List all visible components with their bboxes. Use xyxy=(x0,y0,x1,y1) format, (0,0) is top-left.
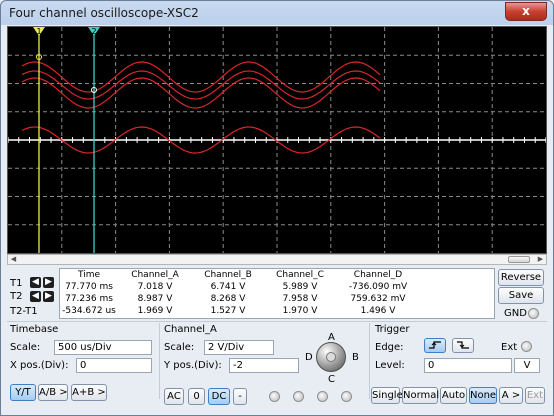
falling-edge-icon[interactable] xyxy=(452,338,474,353)
ab-mode-button[interactable]: A/B > xyxy=(38,384,68,401)
table-cell: 1.527 V xyxy=(210,306,246,316)
t2-right-arrow-icon[interactable]: ▶ xyxy=(43,291,54,302)
table-cell: 7.958 V xyxy=(282,294,318,304)
channel-scale-field[interactable]: 2 V/Div xyxy=(204,340,274,355)
col-header: Channel_D xyxy=(353,270,403,280)
divider xyxy=(369,323,370,399)
single-trigger-button[interactable]: Single xyxy=(371,387,403,404)
cursor-2-label: 2 xyxy=(91,27,96,36)
t1-label: T1 xyxy=(10,278,23,289)
oscilloscope-window: Four channel oscilloscope-XSC2 x 12 ◀ ▶ … xyxy=(0,0,554,416)
col-header: Time xyxy=(77,270,101,280)
table-cell: 1.970 V xyxy=(282,306,318,316)
t2-label: T2 xyxy=(10,291,23,302)
level-field[interactable]: 0 xyxy=(424,358,512,373)
selector-label-c: C xyxy=(328,374,335,385)
xpos-field[interactable]: 0 xyxy=(76,358,152,373)
title-bar[interactable]: Four channel oscilloscope-XSC2 x xyxy=(1,1,553,25)
zero-coupling-button[interactable]: 0 xyxy=(188,388,205,405)
t2-left-arrow-icon[interactable]: ◀ xyxy=(30,291,41,302)
timebase-scale-label: Scale: xyxy=(10,342,41,353)
divider xyxy=(7,321,547,322)
ext-source-button[interactable]: Ext xyxy=(525,387,545,404)
horizontal-scrollbar[interactable]: ◀ ▶ xyxy=(7,254,547,265)
table-cell: 759.632 mV xyxy=(350,294,406,304)
level-unit-field[interactable]: V xyxy=(514,358,540,373)
t1-right-arrow-icon[interactable]: ▶ xyxy=(43,277,54,288)
channel-b-radio[interactable] xyxy=(293,391,304,402)
table-cell: 6.741 V xyxy=(210,282,246,292)
rising-edge-icon[interactable] xyxy=(424,338,446,353)
dc-coupling-button[interactable]: DC xyxy=(208,388,230,405)
table-cell: -736.090 mV xyxy=(348,282,408,292)
channel-scale-label: Scale: xyxy=(164,342,195,353)
table-cell: 7.018 V xyxy=(137,282,173,292)
timebase-title: Timebase xyxy=(10,324,59,335)
ypos-label: Y pos.(Div): xyxy=(164,360,222,371)
channel-c-radio[interactable] xyxy=(317,391,328,402)
ac-coupling-button[interactable]: AC xyxy=(164,388,184,405)
table-cell: 1.969 V xyxy=(137,306,173,316)
table-cell: 77.236 ms xyxy=(65,294,113,304)
table-row: -534.672 us 1.969 V 1.527 V 1.970 V 1.49… xyxy=(60,305,420,317)
channel-title: Channel_A xyxy=(164,324,217,335)
auto-trigger-button[interactable]: Auto xyxy=(440,387,467,404)
reverse-button[interactable]: Reverse xyxy=(498,269,544,286)
table-cell: 5.989 V xyxy=(282,282,318,292)
divider xyxy=(159,323,160,399)
yt-mode-button[interactable]: Y/T xyxy=(10,384,36,401)
ext-label: Ext xyxy=(501,342,518,353)
timebase-scale-field[interactable]: 500 us/Div xyxy=(54,340,152,355)
channel-a-radio[interactable] xyxy=(269,391,280,402)
a-source-button[interactable]: A > xyxy=(499,387,523,404)
knob-center xyxy=(326,352,336,362)
none-trigger-button[interactable]: None xyxy=(469,387,497,404)
ypos-field[interactable]: -2 xyxy=(229,358,299,373)
save-button[interactable]: Save xyxy=(498,287,544,304)
table-cell: 8.987 V xyxy=(137,294,173,304)
table-row: 77.236 ms 8.987 V 8.268 V 7.958 V 759.63… xyxy=(60,293,420,305)
selector-label-d: D xyxy=(305,352,313,363)
t1-left-arrow-icon[interactable]: ◀ xyxy=(30,277,41,288)
col-header: Channel_A xyxy=(131,270,179,280)
close-button[interactable]: x xyxy=(505,2,547,21)
col-header: Channel_B xyxy=(204,270,252,280)
table-cell: 1.496 V xyxy=(360,306,396,316)
col-header: Channel_C xyxy=(276,270,324,280)
cursor-1-label: 1 xyxy=(36,27,41,36)
ext-radio[interactable] xyxy=(521,341,532,352)
window-title: Four channel oscilloscope-XSC2 xyxy=(9,6,199,20)
table-row: 77.770 ms 7.018 V 6.741 V 5.989 V -736.0… xyxy=(60,281,420,293)
aplusb-mode-button[interactable]: A+B > xyxy=(71,384,107,401)
scope-display: 12 xyxy=(7,26,547,254)
cursor-readout-table: Time Channel_A Channel_B Channel_C Chann… xyxy=(59,268,495,319)
gnd-radio[interactable] xyxy=(528,308,539,319)
scroll-left-icon[interactable]: ◀ xyxy=(8,255,19,264)
scrollbar-thumb[interactable] xyxy=(508,256,530,263)
channel-d-radio[interactable] xyxy=(341,391,352,402)
scroll-right-icon[interactable]: ▶ xyxy=(535,255,546,264)
scope-graph: 12 xyxy=(8,27,546,253)
trigger-title: Trigger xyxy=(375,324,410,335)
table-cell: -534.672 us xyxy=(62,306,116,316)
readout-header-row: Time Channel_A Channel_B Channel_C Chann… xyxy=(60,269,420,281)
gnd-label: GND xyxy=(504,308,527,319)
level-label: Level: xyxy=(375,360,405,371)
table-cell: 8.268 V xyxy=(210,294,246,304)
normal-trigger-button[interactable]: Normal xyxy=(402,387,439,404)
table-cell: 77.770 ms xyxy=(65,282,113,292)
t2-t1-label: T2-T1 xyxy=(10,306,38,317)
xpos-label: X pos.(Div): xyxy=(10,360,69,371)
invert-button[interactable]: - xyxy=(233,388,247,405)
channel-selector-knob[interactable] xyxy=(316,342,346,372)
trace-channel-c xyxy=(21,77,381,109)
selector-label-b: B xyxy=(352,352,359,363)
edge-label: Edge: xyxy=(375,342,404,353)
